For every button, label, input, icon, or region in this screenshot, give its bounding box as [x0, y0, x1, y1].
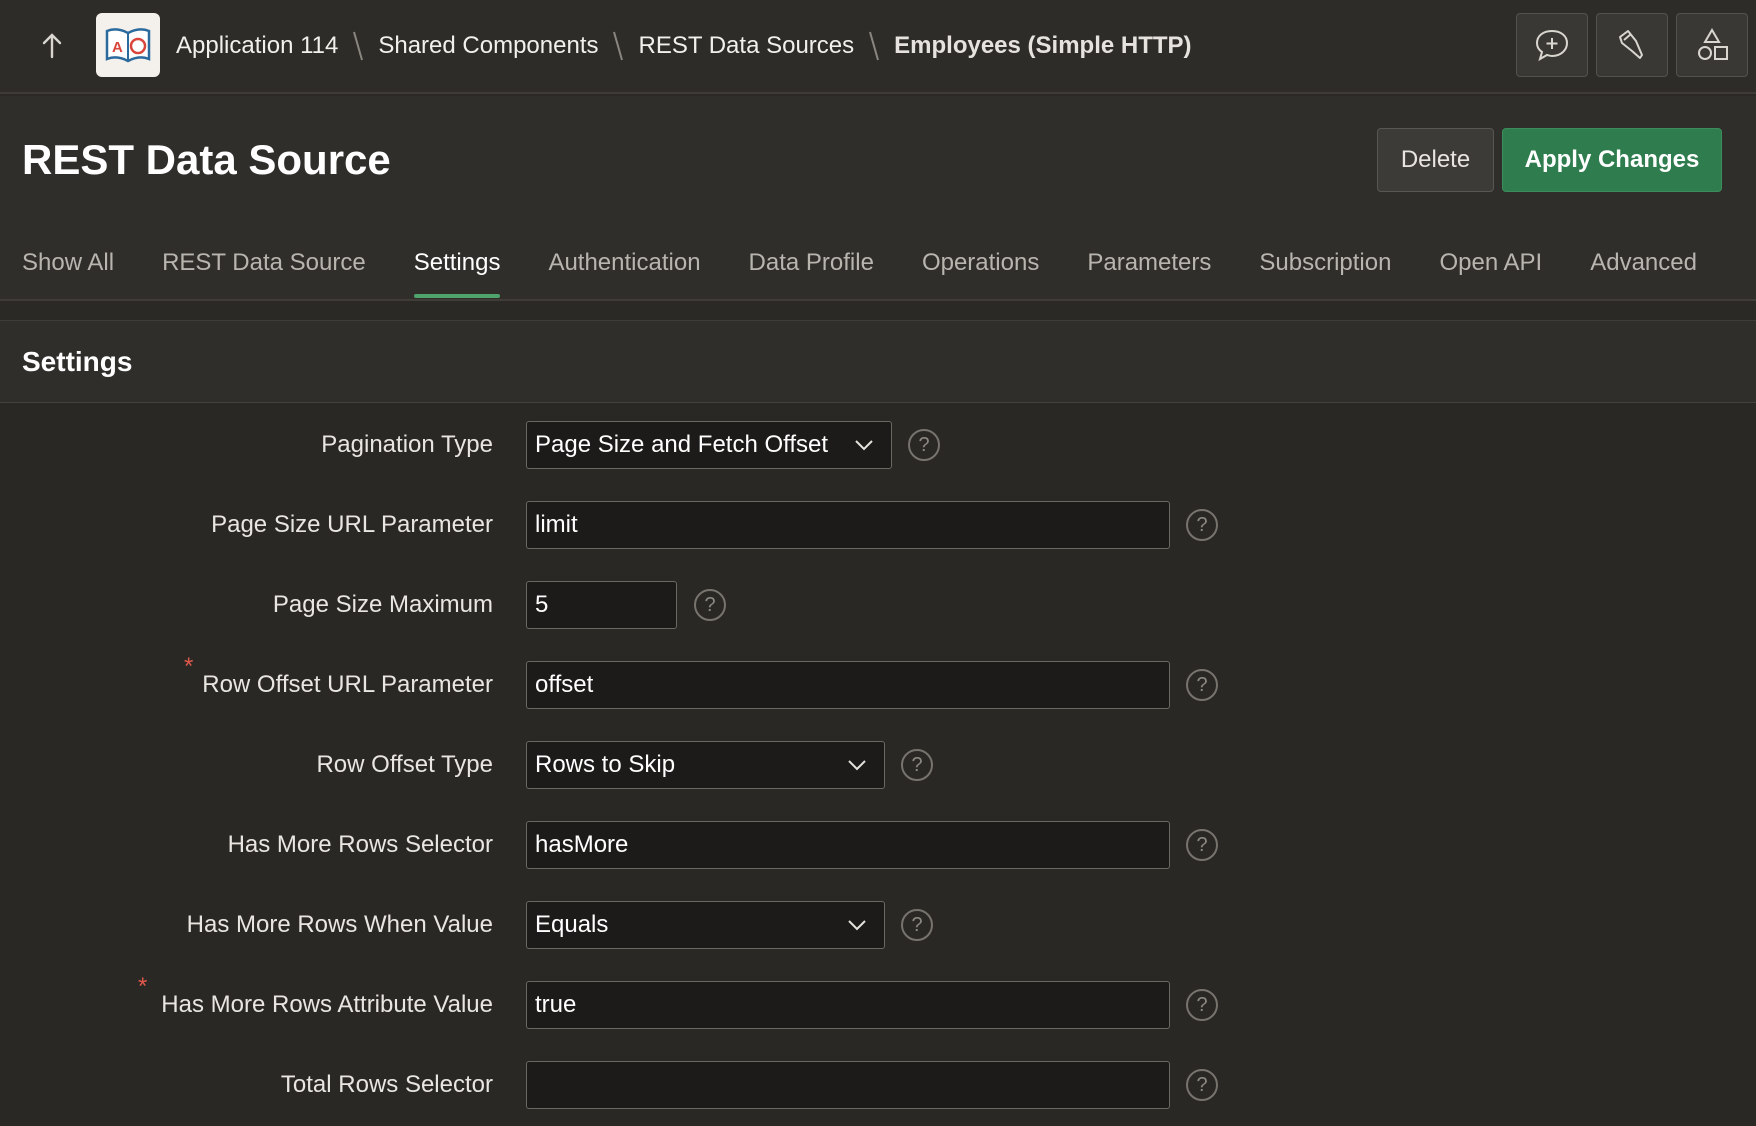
breadcrumb-separator-icon: [868, 30, 880, 62]
apply-changes-button[interactable]: Apply Changes: [1502, 128, 1722, 192]
top-navigation-bar: A Application 114 Shared Components REST…: [0, 0, 1756, 94]
row-offset-url-parameter-input[interactable]: [526, 661, 1170, 709]
has-more-rows-selector-input[interactable]: [526, 821, 1170, 869]
help-icon[interactable]: ?: [694, 589, 726, 621]
breadcrumb-separator-icon: [352, 30, 364, 62]
help-icon[interactable]: ?: [1186, 509, 1218, 541]
page-title: REST Data Source: [22, 136, 391, 183]
tab-subscription[interactable]: Subscription: [1259, 246, 1391, 298]
pagination-type-select[interactable]: Page Size and Fetch Offset: [526, 421, 892, 469]
page-header: REST Data Source Delete Apply Changes Sh…: [0, 96, 1756, 301]
tab-open-api[interactable]: Open API: [1439, 246, 1542, 298]
shapes-icon[interactable]: [1676, 13, 1748, 77]
tab-bar: Show All REST Data Source Settings Authe…: [22, 246, 1745, 298]
top-toolbar: [1516, 13, 1748, 77]
svg-text:A: A: [112, 39, 123, 56]
tab-show-all[interactable]: Show All: [22, 246, 114, 298]
has-more-rows-when-value-row: Has More Rows When Value Equals ?: [0, 901, 1756, 949]
settings-header: Settings: [0, 321, 1756, 403]
tab-advanced[interactable]: Advanced: [1590, 246, 1697, 298]
help-icon[interactable]: ?: [901, 749, 933, 781]
breadcrumb-current-page: Employees (Simple HTTP): [894, 32, 1192, 59]
help-icon[interactable]: ?: [908, 429, 940, 461]
pagination-type-label: Pagination Type: [321, 431, 493, 458]
tab-parameters[interactable]: Parameters: [1087, 246, 1211, 298]
chevron-down-icon: [855, 440, 873, 451]
delete-button[interactable]: Delete: [1377, 128, 1494, 192]
help-icon[interactable]: ?: [1186, 829, 1218, 861]
add-comment-icon[interactable]: [1516, 13, 1588, 77]
tab-authentication[interactable]: Authentication: [548, 246, 700, 298]
help-icon[interactable]: ?: [1186, 989, 1218, 1021]
help-icon[interactable]: ?: [1186, 669, 1218, 701]
breadcrumb: Application 114 Shared Components REST D…: [176, 28, 1192, 64]
required-marker: *: [138, 973, 148, 1000]
page-size-url-parameter-input[interactable]: [526, 501, 1170, 549]
flashlight-icon[interactable]: [1596, 13, 1668, 77]
settings-region: Settings Pagination Type Page Size and F…: [0, 320, 1756, 1126]
tab-operations[interactable]: Operations: [922, 246, 1039, 298]
has-more-rows-selector-label: Has More Rows Selector: [227, 831, 493, 858]
has-more-rows-attribute-value-input[interactable]: [526, 981, 1170, 1029]
total-rows-selector-label: Total Rows Selector: [280, 1071, 493, 1098]
help-icon[interactable]: ?: [1186, 1069, 1218, 1101]
has-more-rows-when-value-label: Has More Rows When Value: [186, 911, 493, 938]
help-icon[interactable]: ?: [901, 909, 933, 941]
breadcrumb-application[interactable]: Application 114: [176, 32, 338, 60]
chevron-down-icon: [848, 920, 866, 931]
row-offset-url-parameter-row: * Row Offset URL Parameter ?: [0, 653, 1756, 709]
settings-title: Settings: [22, 345, 133, 377]
pagination-type-value: Page Size and Fetch Offset: [535, 431, 829, 458]
has-more-rows-selector-row: Has More Rows Selector ?: [0, 821, 1756, 869]
tab-data-profile[interactable]: Data Profile: [749, 246, 874, 298]
row-offset-type-row: Row Offset Type Rows to Skip ?: [0, 741, 1756, 789]
breadcrumb-separator-icon: [612, 30, 624, 62]
app-logo[interactable]: A: [96, 13, 160, 77]
total-rows-selector-input[interactable]: [526, 1061, 1170, 1109]
page-size-maximum-label: Page Size Maximum: [272, 591, 493, 618]
has-more-rows-attribute-value-label: Has More Rows Attribute Value: [161, 991, 493, 1018]
row-offset-type-select[interactable]: Rows to Skip: [526, 741, 885, 789]
required-marker: *: [184, 653, 194, 680]
page-size-maximum-input[interactable]: [526, 581, 677, 629]
pagination-type-row: Pagination Type Page Size and Fetch Offs…: [0, 421, 1756, 469]
has-more-rows-attribute-value-row: * Has More Rows Attribute Value ?: [0, 973, 1756, 1029]
navigate-up-icon[interactable]: [36, 28, 68, 64]
breadcrumb-shared-components[interactable]: Shared Components: [378, 32, 598, 60]
page-size-url-parameter-label: Page Size URL Parameter: [211, 511, 493, 538]
breadcrumb-rest-data-sources[interactable]: REST Data Sources: [638, 32, 854, 60]
page-size-maximum-row: Page Size Maximum ?: [0, 581, 1756, 629]
tab-settings[interactable]: Settings: [413, 246, 500, 298]
has-more-rows-when-value-value: Equals: [535, 911, 609, 938]
row-offset-type-label: Row Offset Type: [316, 751, 493, 778]
total-rows-selector-row: Total Rows Selector ?: [0, 1061, 1756, 1109]
row-offset-type-value: Rows to Skip: [535, 751, 676, 778]
has-more-rows-when-value-select[interactable]: Equals: [526, 901, 885, 949]
row-offset-url-parameter-label: Row Offset URL Parameter: [202, 671, 493, 698]
page-size-url-parameter-row: Page Size URL Parameter ?: [0, 501, 1756, 549]
chevron-down-icon: [848, 760, 866, 771]
tab-rest-data-source[interactable]: REST Data Source: [162, 246, 366, 298]
